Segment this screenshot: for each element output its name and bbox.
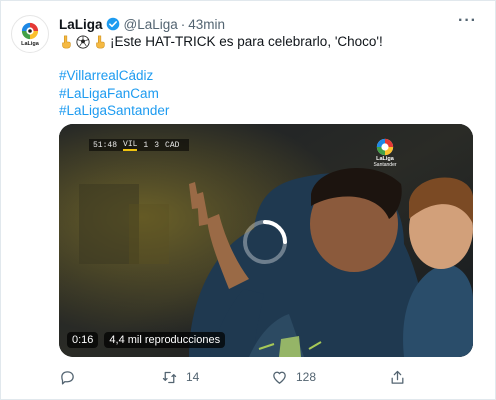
avatar-logo-text: LaLiga bbox=[21, 40, 39, 47]
retweet-count: 14 bbox=[186, 370, 200, 384]
laliga-santander-watermark: LaLiga Santander bbox=[367, 138, 403, 168]
hashtag-list: #VillarrealCádiz #LaLigaFanCam #LaLigaSa… bbox=[59, 67, 169, 120]
video-player[interactable]: 51:48 VIL 1 3 CAD LaLiga Santander 0:16 bbox=[59, 124, 473, 357]
soccer-ball-emoji bbox=[76, 34, 90, 49]
home-score: 1 bbox=[143, 140, 149, 150]
pointing-down-hand-emoji bbox=[96, 35, 105, 48]
share-button[interactable] bbox=[389, 369, 406, 386]
home-team: VIL bbox=[123, 139, 138, 151]
laliga-logo-icon bbox=[21, 22, 39, 39]
loading-spinner-icon bbox=[243, 220, 287, 264]
hashtag-link[interactable]: #LaLigaFanCam bbox=[59, 85, 169, 103]
header-separator: · bbox=[180, 16, 186, 32]
retweet-button[interactable]: 14 bbox=[161, 369, 199, 386]
heart-icon bbox=[273, 371, 286, 384]
tweet-text-content: ¡Este HAT-TRICK es para celebrarlo, 'Cho… bbox=[110, 34, 383, 49]
pointing-down-hand-emoji bbox=[62, 35, 71, 48]
more-options-icon[interactable]: ··· bbox=[458, 12, 477, 30]
video-view-count: 4,4 mil reproducciones bbox=[104, 332, 226, 348]
like-count: 128 bbox=[296, 370, 317, 384]
author-handle[interactable]: @LaLiga bbox=[124, 17, 178, 32]
verified-badge-icon bbox=[106, 17, 119, 31]
tweet-actions: 14 128 bbox=[59, 367, 439, 387]
scoreboard-overlay: 51:48 VIL 1 3 CAD bbox=[89, 139, 190, 151]
like-button[interactable]: 128 bbox=[271, 369, 316, 386]
hashtag-link[interactable]: #LaLigaSantander bbox=[59, 102, 169, 120]
video-info: 0:16 4,4 mil reproducciones bbox=[67, 331, 226, 349]
video-duration: 0:16 bbox=[67, 332, 99, 348]
laliga-logo-icon bbox=[376, 138, 394, 156]
watermark-line2: Santander bbox=[373, 162, 397, 168]
reply-icon bbox=[61, 370, 74, 385]
tweet-timestamp[interactable]: 43min bbox=[188, 17, 225, 32]
away-score: 3 bbox=[154, 140, 160, 150]
share-icon bbox=[391, 370, 404, 384]
tweet-header: LaLiga @LaLiga · 43min bbox=[59, 15, 225, 33]
author-avatar[interactable]: LaLiga bbox=[11, 15, 49, 53]
tweet-card[interactable]: LaLiga LaLiga @LaLiga · 43min ··· ¡Este … bbox=[0, 0, 496, 400]
hashtag-link[interactable]: #VillarrealCádiz bbox=[59, 67, 169, 85]
reply-button[interactable] bbox=[59, 369, 84, 386]
match-clock: 51:48 bbox=[93, 140, 118, 150]
retweet-icon bbox=[162, 371, 177, 383]
author-name[interactable]: LaLiga bbox=[59, 17, 103, 32]
tweet-text: ¡Este HAT-TRICK es para celebrarlo, 'Cho… bbox=[59, 34, 383, 49]
away-team: CAD bbox=[165, 140, 180, 150]
